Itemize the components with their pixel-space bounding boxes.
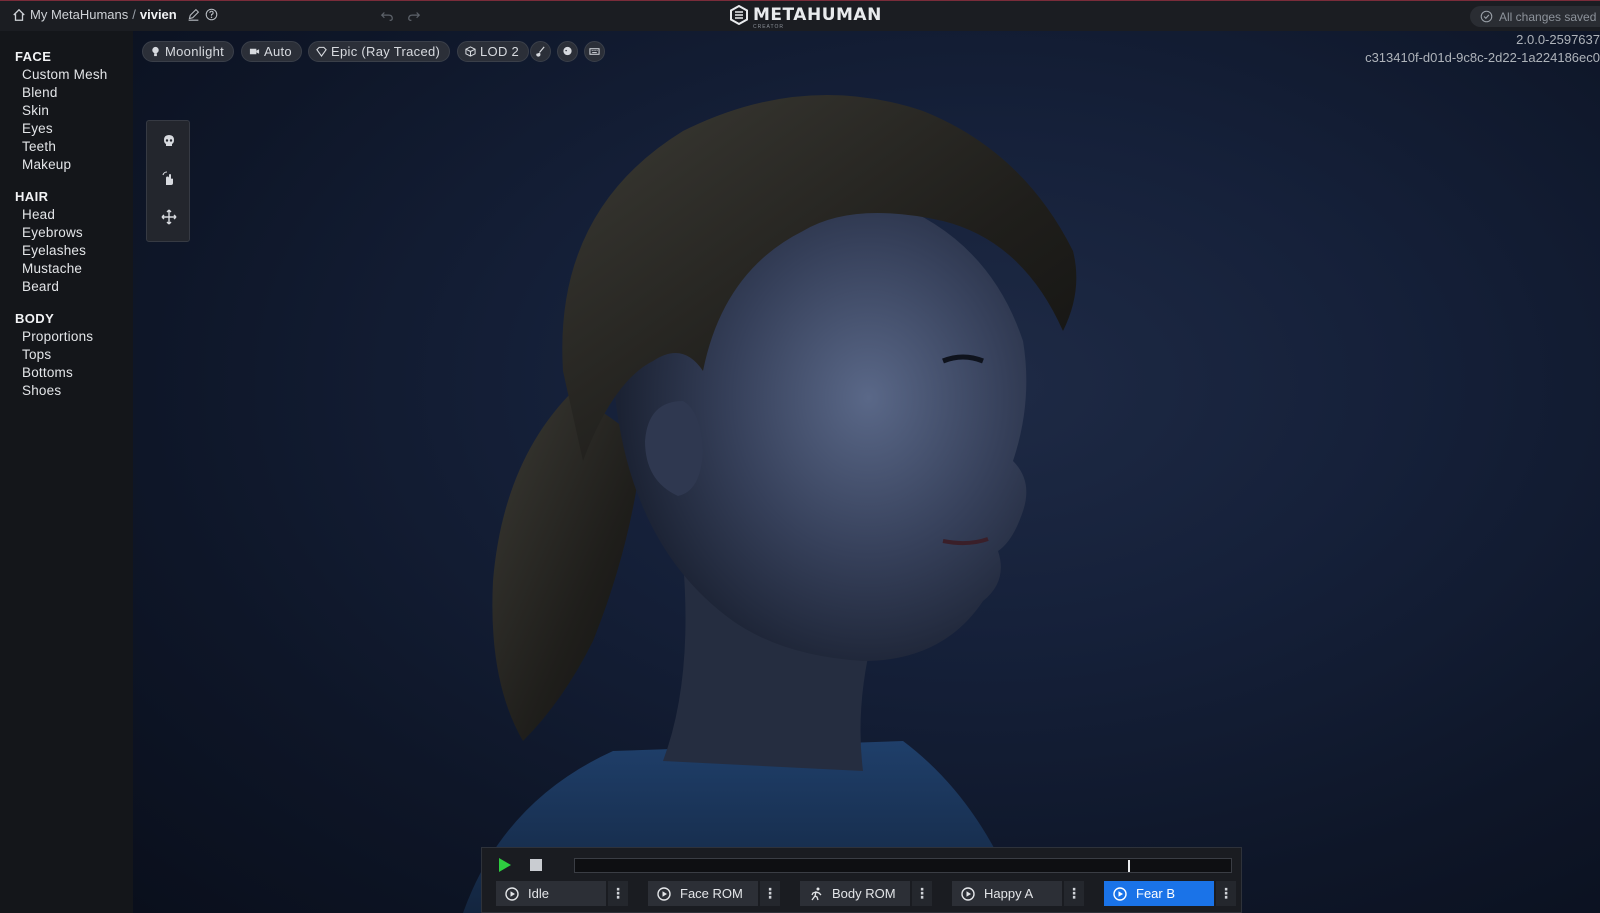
sidebar-item-tops[interactable]: Tops bbox=[22, 347, 51, 362]
version-number: 2.0.0-2597637 bbox=[1516, 32, 1600, 47]
cube-icon bbox=[465, 46, 476, 57]
viewport[interactable]: Moonlight Auto Epic (Ray Traced) LOD 2 2… bbox=[133, 31, 1600, 913]
move-arrows-icon bbox=[161, 209, 177, 225]
timeline-cursor[interactable] bbox=[1128, 860, 1130, 872]
animation-face-rom-button[interactable]: Face ROM bbox=[648, 881, 758, 906]
more-options-button[interactable]: ⋮ bbox=[1216, 881, 1236, 906]
brand-wordmark: METAHUMAN bbox=[753, 5, 882, 25]
camera-label: Auto bbox=[264, 44, 292, 59]
animation-label: Happy A bbox=[984, 886, 1034, 901]
animation-fear-b: Fear B ⋮ bbox=[1104, 881, 1236, 906]
help-icon[interactable] bbox=[205, 8, 218, 21]
top-bar: My MetaHumans / vivien METAHUMAN CREATOR… bbox=[0, 0, 1600, 31]
undo-icon[interactable] bbox=[380, 9, 394, 23]
more-options-button[interactable]: ⋮ bbox=[1064, 881, 1084, 906]
metahuman-logo: METAHUMAN CREATOR bbox=[729, 5, 882, 30]
animation-player: Idle ⋮ Face ROM ⋮ Body ROM ⋮ Happy A ⋮ F… bbox=[481, 847, 1242, 913]
keyboard-button[interactable] bbox=[584, 41, 605, 62]
face-camera-tool[interactable] bbox=[159, 131, 179, 151]
head-icon bbox=[563, 46, 572, 56]
lighting-label: Moonlight bbox=[165, 44, 225, 59]
section-hair: HAIR bbox=[15, 189, 49, 204]
keyboard-icon bbox=[589, 48, 600, 55]
sidebar-item-skin[interactable]: Skin bbox=[22, 103, 49, 118]
section-face: FACE bbox=[15, 49, 52, 64]
more-options-button[interactable]: ⋮ bbox=[760, 881, 780, 906]
view-tools-panel bbox=[146, 120, 190, 242]
animation-idle: Idle ⋮ bbox=[496, 881, 628, 906]
lighting-selector[interactable]: Moonlight bbox=[142, 41, 235, 62]
redo-icon[interactable] bbox=[407, 9, 421, 23]
timeline-scrubber[interactable] bbox=[574, 858, 1232, 873]
lod-selector[interactable]: LOD 2 bbox=[457, 41, 530, 62]
more-options-button[interactable]: ⋮ bbox=[608, 881, 628, 906]
metahuman-logo-icon bbox=[730, 5, 748, 25]
animation-idle-button[interactable]: Idle bbox=[496, 881, 606, 906]
sidebar-item-teeth[interactable]: Teeth bbox=[22, 139, 56, 154]
save-status-badge: All changes saved bbox=[1470, 6, 1600, 27]
brush-icon bbox=[536, 46, 545, 57]
character-render[interactable] bbox=[383, 41, 1283, 913]
more-options-button[interactable]: ⋮ bbox=[912, 881, 932, 906]
hand-rotate-icon bbox=[162, 171, 173, 185]
animation-happy-a: Happy A ⋮ bbox=[952, 881, 1084, 906]
video-camera-icon bbox=[249, 48, 260, 55]
sidebar-item-eyes[interactable]: Eyes bbox=[22, 121, 53, 136]
sidebar-item-eyebrows[interactable]: Eyebrows bbox=[22, 225, 83, 240]
animation-label: Fear B bbox=[1136, 886, 1176, 901]
version-info: 2.0.0-2597637 c313410f-d01d-9c8c-2d22-1a… bbox=[1365, 31, 1600, 67]
home-icon[interactable] bbox=[12, 8, 26, 22]
face-view-button[interactable] bbox=[557, 41, 578, 62]
camera-selector[interactable]: Auto bbox=[241, 41, 302, 62]
sidebar: FACE Custom Mesh Blend Skin Eyes Teeth M… bbox=[0, 31, 133, 913]
brush-button[interactable] bbox=[530, 41, 551, 62]
section-body: BODY bbox=[15, 311, 55, 326]
check-circle-icon bbox=[1480, 10, 1493, 23]
breadcrumb-separator: / bbox=[132, 7, 136, 22]
play-circle-icon bbox=[657, 886, 671, 901]
animation-label: Face ROM bbox=[680, 886, 743, 901]
animation-label: Idle bbox=[528, 886, 549, 901]
animation-label: Body ROM bbox=[832, 886, 896, 901]
play-button[interactable] bbox=[498, 857, 512, 873]
sidebar-item-head[interactable]: Head bbox=[22, 207, 55, 222]
sidebar-item-beard[interactable]: Beard bbox=[22, 279, 59, 294]
sculpt-tool[interactable] bbox=[159, 169, 179, 189]
animation-fear-b-button[interactable]: Fear B bbox=[1104, 881, 1214, 906]
sidebar-item-mustache[interactable]: Mustache bbox=[22, 261, 82, 276]
save-status-text: All changes saved bbox=[1499, 9, 1597, 24]
play-circle-icon bbox=[961, 886, 975, 901]
quality-label: Epic (Ray Traced) bbox=[331, 44, 441, 59]
stop-button[interactable] bbox=[530, 859, 542, 871]
brand-subtitle: CREATOR bbox=[753, 24, 784, 30]
quality-selector[interactable]: Epic (Ray Traced) bbox=[308, 41, 451, 62]
running-person-icon bbox=[811, 887, 822, 900]
sidebar-item-eyelashes[interactable]: Eyelashes bbox=[22, 243, 86, 258]
diamond-icon bbox=[316, 46, 327, 57]
animation-body-rom: Body ROM ⋮ bbox=[800, 881, 932, 906]
lod-label: LOD 2 bbox=[480, 44, 520, 59]
lightbulb-icon bbox=[152, 46, 159, 57]
play-circle-icon bbox=[1113, 886, 1127, 901]
animation-happy-a-button[interactable]: Happy A bbox=[952, 881, 1062, 906]
sidebar-item-proportions[interactable]: Proportions bbox=[22, 329, 93, 344]
sidebar-item-bottoms[interactable]: Bottoms bbox=[22, 365, 73, 380]
breadcrumb-root[interactable]: My MetaHumans bbox=[30, 7, 128, 22]
build-id: c313410f-d01d-9c8c-2d22-1a224186ec0 bbox=[1365, 50, 1600, 65]
animation-face-rom: Face ROM ⋮ bbox=[648, 881, 780, 906]
animation-body-rom-button[interactable]: Body ROM bbox=[800, 881, 910, 906]
play-circle-icon bbox=[505, 886, 519, 901]
edit-icon[interactable] bbox=[187, 8, 200, 21]
sidebar-item-blend[interactable]: Blend bbox=[22, 85, 58, 100]
breadcrumb: My MetaHumans / vivien bbox=[12, 7, 218, 22]
skull-icon bbox=[164, 135, 174, 146]
sidebar-item-makeup[interactable]: Makeup bbox=[22, 157, 71, 172]
project-name: vivien bbox=[139, 7, 177, 22]
move-tool[interactable] bbox=[159, 207, 179, 227]
sidebar-item-custom-mesh[interactable]: Custom Mesh bbox=[22, 67, 107, 82]
sidebar-item-shoes[interactable]: Shoes bbox=[22, 383, 61, 398]
